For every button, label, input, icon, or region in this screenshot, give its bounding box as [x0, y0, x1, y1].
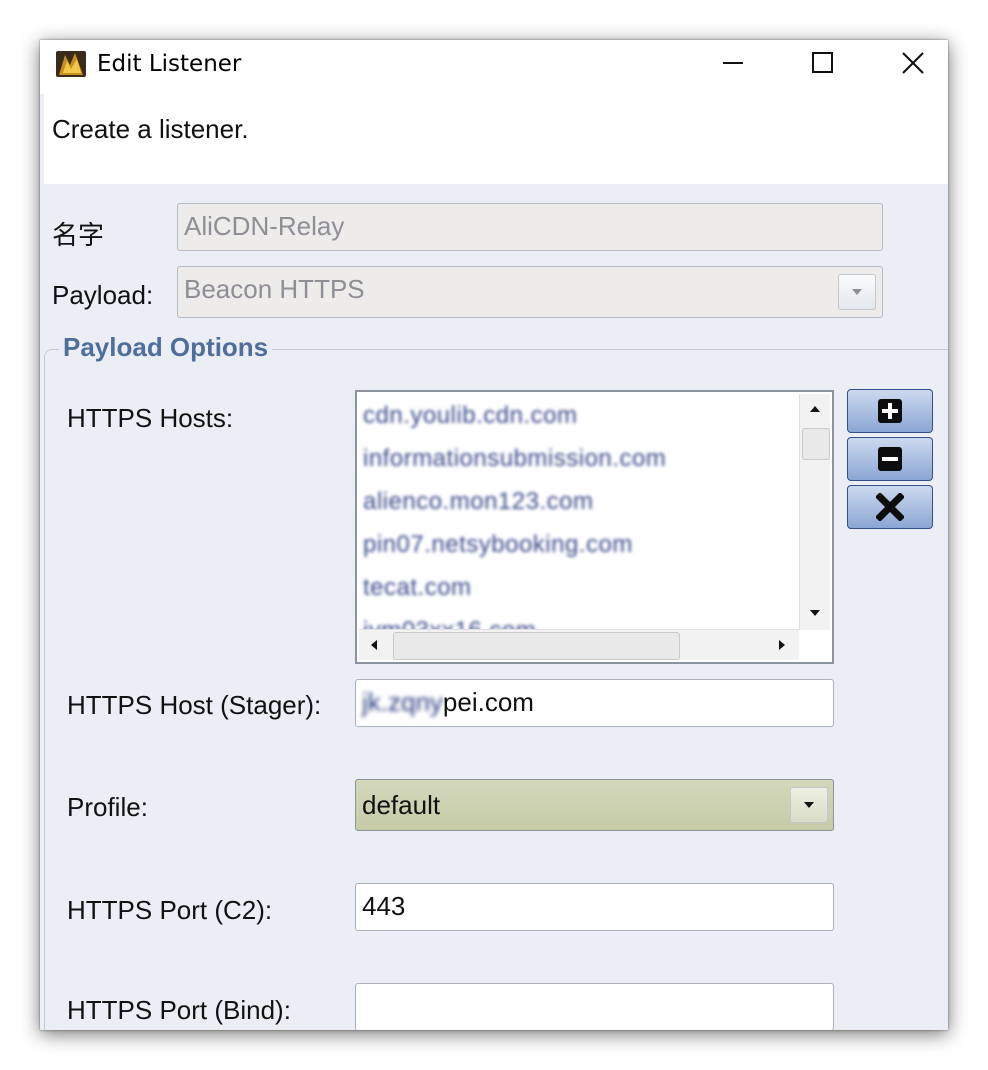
profile-select[interactable]: default	[355, 779, 834, 831]
payload-value: Beacon HTTPS	[184, 274, 365, 304]
scroll-up-button[interactable]	[800, 394, 830, 424]
minimize-button[interactable]	[688, 40, 778, 86]
scroll-left-button[interactable]	[359, 630, 389, 660]
title-bar[interactable]: Edit Listener	[40, 40, 948, 94]
clear-icon	[876, 493, 904, 521]
port-c2-label: HTTPS Port (C2):	[67, 895, 273, 925]
window-title: Edit Listener	[97, 51, 242, 77]
cobalt-strike-icon	[56, 51, 86, 77]
scroll-right-button[interactable]	[767, 630, 797, 660]
description-panel: Create a listener.	[44, 94, 948, 184]
profile-value: default	[362, 790, 441, 820]
close-button[interactable]	[868, 40, 948, 86]
port-bind-label: HTTPS Port (Bind):	[67, 995, 291, 1025]
list-item[interactable]: pin07.netsybooking.com	[363, 531, 633, 559]
description-text: Create a listener.	[52, 114, 249, 144]
horizontal-scroll-thumb[interactable]	[393, 632, 680, 660]
stager-host-label: HTTPS Host (Stager):	[67, 690, 322, 720]
https-hosts-list[interactable]: cdn.youlib.cdn.com informationsubmission…	[355, 390, 834, 664]
arrow-right-icon	[779, 640, 785, 650]
payload-label: Payload:	[52, 280, 154, 310]
add-host-button[interactable]	[847, 389, 933, 433]
scroll-down-button[interactable]	[800, 598, 830, 628]
payload-select[interactable]: Beacon HTTPS	[177, 266, 883, 318]
vertical-scrollbar[interactable]	[799, 394, 830, 630]
stager-host-input[interactable]: jk.zqnypei.com	[355, 679, 834, 727]
maximize-icon	[812, 52, 833, 73]
chevron-down-icon	[804, 802, 814, 808]
https-hosts-label: HTTPS Hosts:	[67, 403, 234, 433]
stager-host-value: pei.com	[442, 687, 534, 717]
arrow-down-icon	[810, 610, 820, 616]
port-c2-input[interactable]: 443	[355, 883, 834, 931]
list-item[interactable]: alienco.mon123.com	[363, 488, 593, 516]
arrow-left-icon	[371, 640, 377, 650]
stager-host-redacted: jk.zqny	[362, 687, 443, 717]
payload-dropdown-button[interactable]	[838, 274, 876, 310]
close-icon	[902, 52, 924, 74]
add-icon	[878, 399, 902, 423]
name-label: 名字	[52, 220, 105, 250]
name-field[interactable]: AliCDN-Relay	[177, 203, 883, 251]
profile-dropdown-button[interactable]	[790, 787, 828, 823]
port-bind-input[interactable]	[355, 983, 834, 1030]
horizontal-scrollbar[interactable]	[359, 629, 799, 660]
profile-label: Profile:	[67, 792, 148, 822]
payload-options-title: Payload Options	[59, 332, 273, 363]
remove-icon	[878, 447, 902, 471]
list-item[interactable]: tecat.com	[363, 574, 472, 602]
clear-hosts-button[interactable]	[847, 485, 933, 529]
remove-host-button[interactable]	[847, 437, 933, 481]
list-item[interactable]: cdn.youlib.cdn.com	[363, 402, 577, 430]
arrow-up-icon	[810, 406, 820, 412]
list-item[interactable]: informationsubmission.com	[363, 445, 666, 473]
vertical-scroll-thumb[interactable]	[802, 428, 830, 460]
chevron-down-icon	[852, 289, 862, 295]
minimize-icon	[723, 62, 743, 64]
edit-listener-window: Edit Listener Create a listener. 名字 AliC…	[40, 40, 948, 1030]
maximize-button[interactable]	[778, 40, 868, 86]
